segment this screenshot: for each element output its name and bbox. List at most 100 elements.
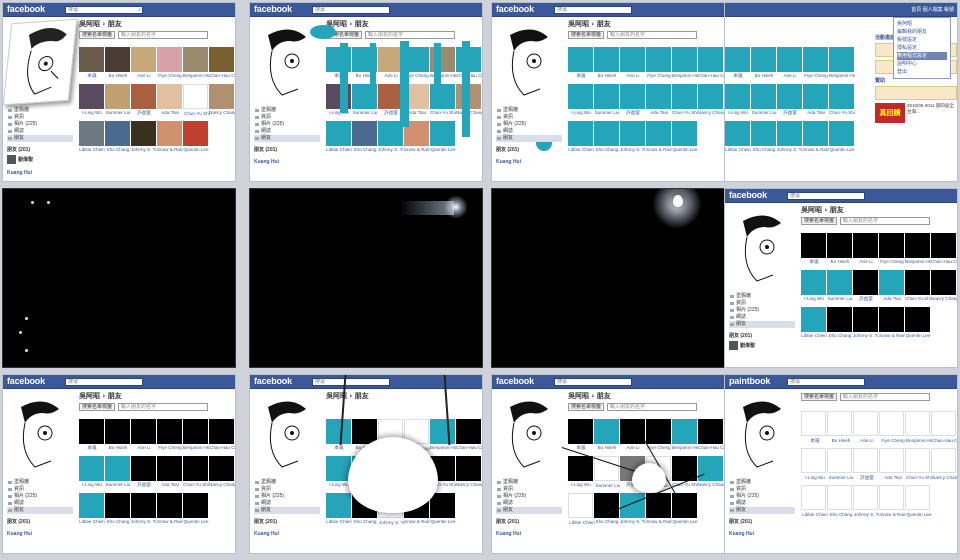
facebook-logo[interactable]: facebook [7, 4, 45, 14]
friend-name[interactable]: Snow & Rain [880, 512, 906, 517]
friend-name[interactable]: 許益當 [620, 110, 646, 116]
friend-tile[interactable]: Johnny S. Tu [131, 493, 157, 524]
friend-name[interactable]: Summer Liu [595, 483, 621, 488]
sidebar-item-notes[interactable]: 網誌 [496, 128, 562, 135]
friend-name[interactable]: Fiye Cheng [880, 438, 906, 443]
sidebar-item-info[interactable]: 資訊 [7, 114, 73, 121]
friend-tile[interactable]: Snow & Rain [157, 121, 183, 152]
friend-name[interactable]: Arie Li [131, 445, 157, 450]
friend-name[interactable]: Chun-Yu Shih [905, 296, 931, 301]
friend-tile[interactable]: Quentin Lee [672, 121, 698, 152]
sidebar-item-notes[interactable]: 網誌 [254, 128, 320, 135]
friend-name[interactable]: Snow & Rain [404, 147, 430, 152]
friend-name[interactable]: Johnny S. Tu [379, 520, 405, 525]
friend-name[interactable]: 許益當 [854, 475, 880, 481]
friend-tile[interactable]: 許益當 [131, 456, 156, 487]
profile-picture[interactable] [3, 18, 78, 106]
friend-name[interactable]: Quentin Lee [672, 147, 698, 152]
friend-tile[interactable]: Nancy Chang [931, 448, 957, 480]
friend-tile[interactable]: Chan-Hau Chen [931, 411, 957, 443]
friend-name[interactable]: Sho Chang [594, 147, 620, 152]
list-filter-select[interactable]: 搜索名單標籤 [79, 403, 116, 411]
friend-tile[interactable]: Fiye Cheng [879, 233, 904, 264]
friend-name[interactable]: Bo Hsieh [105, 445, 131, 450]
friend-name[interactable]: Snow & Rain [879, 333, 905, 338]
friend-tile[interactable]: Ada Tsai [157, 456, 182, 487]
list-filter-select[interactable]: 搜索名單標籤 [568, 403, 605, 411]
sidebar-item-info[interactable]: 資訊 [7, 486, 73, 493]
friend-name[interactable]: Snow & Rain [646, 519, 672, 524]
friend-name[interactable]: Nancy Chang [456, 482, 482, 487]
friend-tile[interactable]: Ada Tsai [803, 84, 828, 115]
list-filter-select[interactable]: 搜索名單標籤 [568, 31, 605, 39]
friend-tile[interactable]: Summer Liu [594, 84, 619, 115]
friend-name[interactable]: Sho Chang [352, 519, 378, 524]
friend-tile[interactable]: Libbie Chien [79, 493, 105, 524]
friend-name[interactable]: Libbie Chien [568, 147, 594, 152]
friend-tile[interactable]: Johnny S. Tu [777, 121, 803, 152]
friend-tile[interactable]: Benjamin Hsu [672, 47, 698, 78]
friend-name[interactable]: Chun-Yu Shih [430, 110, 456, 115]
friend-tile[interactable]: Arie Li [131, 419, 156, 450]
friend-name[interactable]: Libbie Chien [79, 519, 105, 524]
friend-name[interactable]: Chun-Yu Shih [183, 482, 209, 487]
friend-name[interactable]: Nancy Chang [209, 482, 235, 487]
friend-tile[interactable]: Snow & Rain [803, 121, 829, 152]
friend-tile[interactable]: 本嵐 [568, 47, 593, 78]
friend-link-kuang[interactable]: Kuang Hui [729, 531, 795, 537]
friend-name[interactable]: Summer Liu [828, 475, 854, 480]
friend-tile[interactable]: Quentin Lee [430, 121, 456, 152]
friend-tile[interactable]: Bo Hsieh [105, 47, 130, 78]
sidebar-item-wall[interactable]: 塗鴉牆 [496, 107, 562, 114]
friend-search-input[interactable]: 輸入朋友的名字 [118, 31, 209, 39]
friend-tile[interactable]: I-Ling Wu [79, 84, 104, 115]
friend-tile[interactable]: Nancy Chang [698, 84, 724, 115]
sidebar-item-photos[interactable]: 相片 (225) [7, 121, 73, 128]
sidebar-item-wall[interactable]: 塗鴉牆 [496, 479, 562, 486]
friend-name[interactable]: Chan-Hau Chen [209, 73, 235, 78]
friend-tile[interactable]: Sho Chang [105, 493, 130, 524]
friend-link-kuang[interactable]: Kuang Hui [496, 159, 562, 165]
menu-item-app-settings[interactable]: 應用程式設定 [897, 52, 947, 60]
friend-name[interactable]: Libbie Chien [326, 147, 352, 152]
friend-tile[interactable]: Arie Li [131, 47, 156, 78]
friend-tile[interactable]: Libbie Chien [568, 493, 595, 525]
friend-tile[interactable]: 本嵐 [568, 419, 593, 450]
friend-name[interactable]: Chun-Yu Shih [672, 110, 698, 115]
friend-tile[interactable]: Nancy Chang [209, 456, 235, 487]
friend-name[interactable]: Bo Hsieh [594, 445, 620, 450]
friend-name[interactable]: 許益當 [853, 296, 879, 302]
friend-tile[interactable]: 本嵐 [79, 47, 104, 78]
friend-name[interactable]: Libbie Chien [326, 519, 352, 524]
sidebar-item-notes[interactable]: 網誌 [254, 500, 320, 507]
friend-name[interactable]: I-Ling Wu [802, 475, 828, 480]
friend-name[interactable]: 本嵐 [725, 73, 751, 79]
sidebar-item-photos[interactable]: 相片 (225) [496, 121, 562, 128]
menu-item-account-settings[interactable]: 帳號設定 [897, 36, 947, 44]
friend-tile[interactable]: 許益當 [777, 84, 802, 115]
menu-item-edit-friends[interactable]: 編輯我的朋友 [897, 28, 947, 36]
friend-tile[interactable]: Chan-Hau Chen [931, 233, 957, 264]
friend-tile[interactable]: Ada Tsai [879, 448, 904, 480]
search-input[interactable]: 搜尋 [65, 378, 143, 386]
friend-tile[interactable]: Sho Chang [352, 121, 377, 152]
sidebar-item-notes[interactable]: 網誌 [729, 314, 795, 321]
friend-tile[interactable]: Quentin Lee [183, 493, 209, 524]
sidebar-item-info[interactable]: 資訊 [254, 486, 320, 493]
friend-tile[interactable]: Summer Liu [105, 84, 130, 115]
sidebar-item-photos[interactable]: 相片 (225) [7, 493, 73, 500]
friend-tile[interactable]: 本嵐 [801, 233, 826, 264]
friend-tile[interactable]: Quentin Lee [829, 121, 855, 152]
friend-name[interactable]: Snow & Rain [646, 147, 672, 152]
friend-name[interactable]: Benjamin Hsu [905, 259, 931, 264]
friend-name[interactable]: Chan-Hau Chen [698, 445, 724, 450]
friend-tile[interactable]: Arie Li [620, 47, 645, 78]
friend-name[interactable]: Benjamin Hsu [829, 73, 855, 78]
friend-tile[interactable]: Chan-Hau Chen [209, 419, 235, 450]
friend-name[interactable]: Quentin Lee [829, 147, 855, 152]
friend-name[interactable]: Ada Tsai [880, 475, 906, 480]
friend-name[interactable]: Ada Tsai [157, 482, 183, 487]
friend-name[interactable]: Sho Chang [594, 519, 620, 524]
friend-tile[interactable]: Summer Liu [827, 448, 853, 480]
friend-tile[interactable]: Libbie Chien [801, 485, 828, 517]
